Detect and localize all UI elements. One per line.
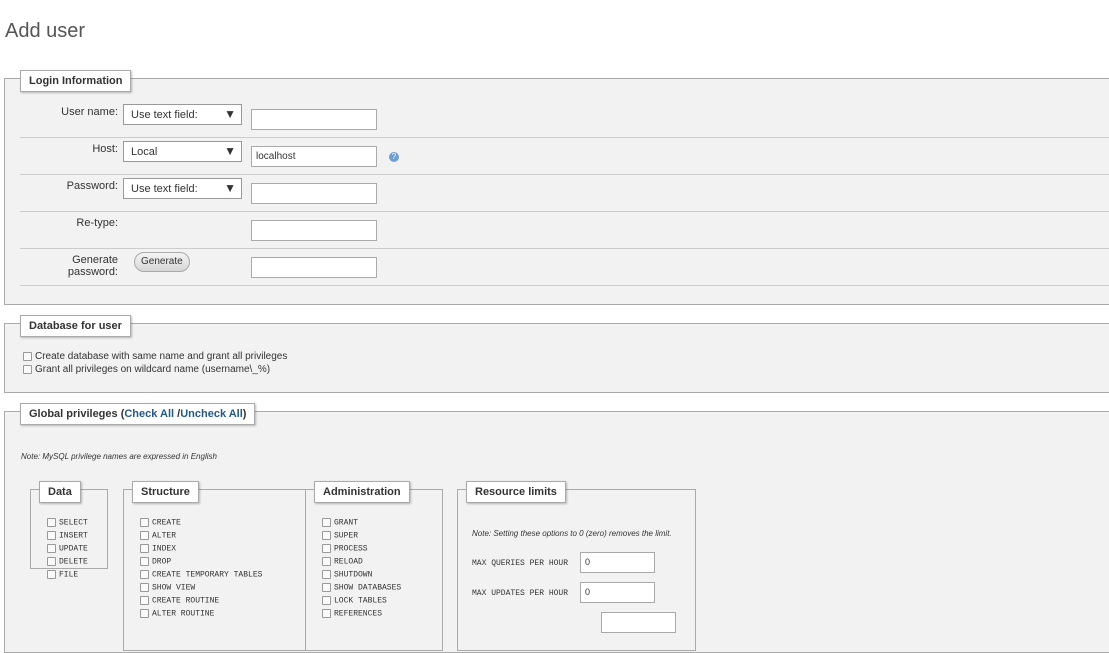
checkbox[interactable]: [322, 570, 331, 579]
privilege-index[interactable]: INDEX: [140, 544, 176, 554]
privilege-note: Note: MySQL privilege names are expresse…: [21, 452, 217, 461]
privilege-grant[interactable]: GRANT: [322, 518, 358, 528]
checkbox[interactable]: [140, 583, 149, 592]
login-information-panel: Login Information User name: Use text fi…: [4, 70, 1109, 305]
uncheck-all-link[interactable]: Uncheck All: [180, 408, 243, 420]
privilege-shutdown[interactable]: SHUTDOWN: [322, 570, 372, 580]
checkbox[interactable]: [322, 557, 331, 566]
checkbox[interactable]: [322, 596, 331, 605]
retype-row: Re-type:: [20, 212, 1109, 249]
privilege-alter-routine[interactable]: ALTER ROUTINE: [140, 609, 214, 619]
privilege-super[interactable]: SUPER: [322, 531, 358, 541]
database-for-user-panel: Database for user Create database with s…: [4, 315, 1109, 393]
checkbox[interactable]: [47, 570, 56, 579]
privilege-drop[interactable]: DROP: [140, 557, 171, 567]
username-label: User name:: [61, 106, 118, 118]
privilege-lock-tables[interactable]: LOCK TABLES: [322, 596, 387, 606]
checkbox[interactable]: [47, 544, 56, 553]
privilege-show-databases[interactable]: SHOW DATABASES: [322, 583, 401, 593]
password-label: Password:: [66, 180, 118, 192]
structure-legend: Structure: [132, 481, 199, 503]
privilege-create-routine[interactable]: CREATE ROUTINE: [140, 596, 219, 606]
max-updates-input[interactable]: 0: [580, 582, 655, 603]
host-label: Host:: [92, 143, 118, 155]
checkbox[interactable]: [140, 557, 149, 566]
generate-button[interactable]: Generate: [134, 252, 190, 272]
privilege-create-temporary-tables[interactable]: CREATE TEMPORARY TABLES: [140, 570, 262, 580]
login-information-legend: Login Information: [20, 70, 132, 92]
checkbox[interactable]: [140, 531, 149, 540]
username-type-select[interactable]: Use text field: ▼: [123, 104, 242, 125]
dropdown-arrow-icon: ▼: [224, 144, 236, 158]
checkbox[interactable]: [47, 518, 56, 527]
generated-password-input[interactable]: [251, 257, 377, 278]
password-type-select[interactable]: Use text field: ▼: [123, 178, 242, 199]
max-queries-input[interactable]: 0: [580, 552, 655, 573]
checkbox[interactable]: [322, 518, 331, 527]
host-type-select[interactable]: Local ▼: [123, 141, 242, 162]
username-row: User name: Use text field: ▼: [20, 101, 1109, 138]
checkbox[interactable]: [322, 544, 331, 553]
checkbox[interactable]: [47, 557, 56, 566]
password-input[interactable]: [251, 183, 377, 204]
checkbox[interactable]: [322, 583, 331, 592]
retype-label: Re-type:: [76, 217, 118, 229]
database-for-user-legend: Database for user: [20, 315, 131, 337]
host-row: Host: Local ▼ localhost ?: [20, 138, 1109, 175]
data-privileges-fieldset: Data SELECT INSERT UPDATE DELETE FILE: [30, 481, 108, 580]
grant-wildcard-option[interactable]: Grant all privileges on wildcard name (u…: [23, 364, 270, 375]
privilege-delete[interactable]: DELETE: [47, 557, 88, 567]
checkbox[interactable]: [140, 609, 149, 618]
resource-limits-legend: Resource limits: [466, 481, 566, 503]
privilege-insert[interactable]: INSERT: [47, 531, 88, 541]
page-title: Add user: [5, 20, 86, 42]
global-privileges-panel: Global privileges (Check All /Uncheck Al…: [4, 403, 1109, 653]
checkbox[interactable]: [140, 570, 149, 579]
administration-privileges-fieldset: Administration GRANT SUPER PROCESS RELOA…: [305, 481, 443, 651]
privilege-alter[interactable]: ALTER: [140, 531, 176, 541]
privilege-select[interactable]: SELECT: [47, 518, 88, 528]
max-connections-input[interactable]: [601, 612, 676, 633]
max-queries-label: MAX QUERIES PER HOUR: [472, 559, 569, 568]
resource-limits-note: Note: Setting these options to 0 (zero) …: [472, 529, 672, 538]
privilege-references[interactable]: REFERENCES: [322, 609, 382, 619]
administration-legend: Administration: [314, 481, 410, 503]
dropdown-arrow-icon: ▼: [224, 181, 236, 195]
privilege-file[interactable]: FILE: [47, 570, 78, 580]
checkbox[interactable]: [140, 544, 149, 553]
check-all-link[interactable]: Check All: [124, 408, 174, 420]
privilege-update[interactable]: UPDATE: [47, 544, 88, 554]
checkbox[interactable]: [23, 364, 32, 374]
resource-limits-fieldset: Resource limits Note: Setting these opti…: [457, 481, 696, 651]
checkbox[interactable]: [322, 609, 331, 618]
checkbox[interactable]: [322, 531, 331, 540]
max-updates-label: MAX UPDATES PER HOUR: [472, 589, 569, 598]
username-input[interactable]: [251, 109, 377, 130]
generate-password-row: Generate password: Generate: [20, 249, 1109, 286]
password-row: Password: Use text field: ▼: [20, 175, 1109, 212]
data-legend: Data: [39, 481, 81, 503]
host-input[interactable]: localhost: [251, 146, 377, 167]
dropdown-arrow-icon: ▼: [224, 107, 236, 121]
checkbox[interactable]: [47, 531, 56, 540]
privilege-reload[interactable]: RELOAD: [322, 557, 363, 567]
create-database-option[interactable]: Create database with same name and grant…: [23, 351, 287, 362]
checkbox[interactable]: [140, 596, 149, 605]
checkbox[interactable]: [140, 518, 149, 527]
help-icon[interactable]: ?: [389, 152, 399, 162]
structure-privileges-fieldset: Structure CREATE ALTER INDEX DROP CREATE…: [123, 481, 315, 651]
generate-password-label: Generate password:: [67, 254, 118, 278]
global-privileges-legend: Global privileges (Check All /Uncheck Al…: [20, 403, 256, 425]
privilege-show-view[interactable]: SHOW VIEW: [140, 583, 195, 593]
privilege-process[interactable]: PROCESS: [322, 544, 368, 554]
privilege-create[interactable]: CREATE: [140, 518, 181, 528]
retype-input[interactable]: [251, 220, 377, 241]
checkbox[interactable]: [23, 351, 32, 361]
